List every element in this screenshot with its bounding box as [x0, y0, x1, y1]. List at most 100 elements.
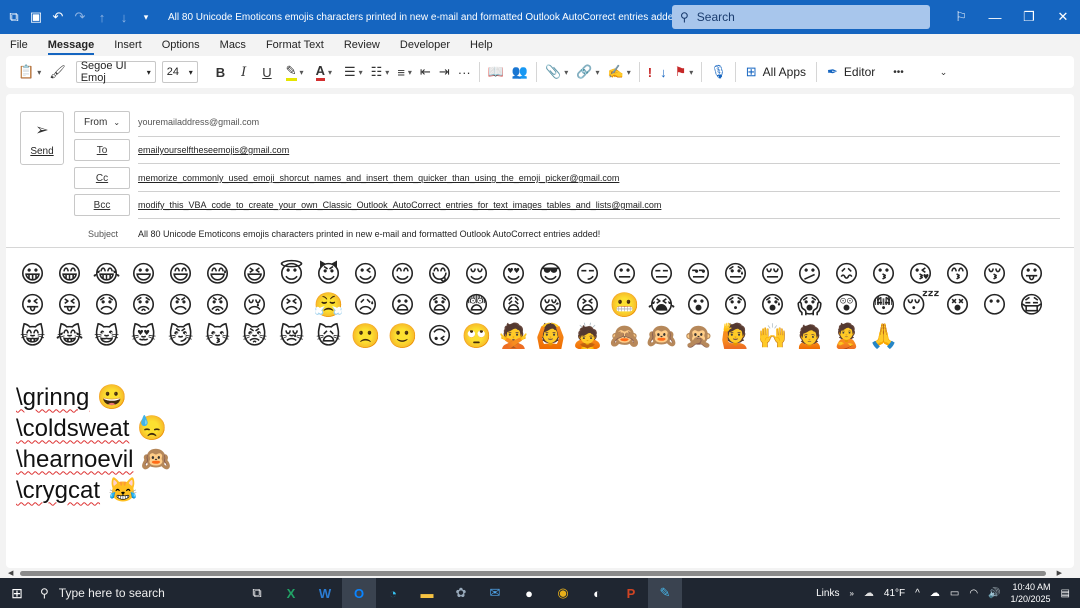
align-button[interactable]: ≡ ▾ — [393, 60, 416, 84]
tab-file[interactable]: File — [0, 34, 38, 56]
tab-format-text[interactable]: Format Text — [256, 34, 334, 56]
chevron-up-icon[interactable]: ^ — [915, 588, 920, 599]
horizontal-scrollbar[interactable]: ◀ ▶ — [6, 569, 1074, 578]
tab-message[interactable]: Message — [38, 34, 104, 56]
font-size-select[interactable]: 24 ▾ — [161, 61, 198, 83]
file-explorer-icon[interactable]: ▬ — [410, 578, 444, 608]
notifications-icon[interactable]: ▤ — [1061, 588, 1070, 599]
more-paragraph-button[interactable]: ··· — [454, 60, 475, 84]
editor-button[interactable]: ✒ Editor — [821, 60, 881, 84]
tab-review[interactable]: Review — [334, 34, 390, 56]
more-options-button[interactable]: ••• — [889, 60, 908, 84]
cc-field[interactable]: memorize_commonly_used_emoji_shorcut_nam… — [138, 173, 619, 183]
address-book-button[interactable]: 📖 — [484, 60, 508, 84]
numbered-list-icon: ☷ — [370, 64, 383, 79]
dictate-button[interactable]: 🎙 — [706, 60, 731, 84]
all-apps-button[interactable]: ⊞ All Apps — [740, 60, 812, 84]
tab-options[interactable]: Options — [152, 34, 210, 56]
edge-icon[interactable]: ◔ — [376, 578, 410, 608]
redo-icon[interactable]: ↷ — [70, 7, 90, 27]
tab-insert[interactable]: Insert — [104, 34, 152, 56]
high-importance-button[interactable]: ! — [644, 60, 656, 84]
from-value: youremailaddress@gmail.com — [138, 117, 260, 127]
outlook-icon[interactable]: O — [342, 578, 376, 608]
undo-icon[interactable]: ↶ — [48, 7, 68, 27]
attach-file-button[interactable]: 📎 ▾ — [541, 60, 572, 84]
save-icon[interactable]: ▣ — [26, 7, 46, 27]
highlight-button[interactable]: ✎ ▾ — [282, 60, 308, 84]
search-input[interactable]: ⚲ Search — [672, 5, 930, 29]
font-color-button[interactable]: A ▾ — [312, 60, 336, 84]
weather-temp[interactable]: 41°F — [884, 588, 905, 599]
github-icon[interactable]: ◐ — [580, 578, 614, 608]
chevron-icon[interactable]: » — [849, 589, 853, 598]
highlighter-icon: ✎ — [285, 63, 297, 81]
battery-icon[interactable]: ▭ — [950, 588, 959, 599]
signature-button[interactable]: ✍ ▾ — [604, 60, 635, 84]
underline-button[interactable]: U — [258, 60, 275, 84]
numbering-button[interactable]: ☷ ▾ — [367, 60, 394, 84]
decrease-indent-button[interactable]: ⇤ — [416, 60, 435, 84]
italic-button[interactable]: I — [237, 60, 250, 84]
emoji-glyph: 😄 — [167, 259, 194, 288]
bold-button[interactable]: B — [212, 60, 229, 84]
weather-icon[interactable]: ☁ — [864, 588, 874, 599]
clock[interactable]: 10:40 AM 1/20/2025 — [1011, 581, 1051, 605]
scrollbar-thumb[interactable] — [20, 571, 1046, 576]
emoji-glyph: 🙈 — [609, 321, 640, 350]
tab-developer[interactable]: Developer — [390, 34, 460, 56]
scroll-right-icon[interactable]: ▶ — [1057, 569, 1062, 577]
up-arrow-icon[interactable]: ↑ — [92, 7, 112, 27]
check-names-button[interactable]: 👥 — [508, 60, 532, 84]
wifi-icon[interactable]: ◠ — [969, 588, 978, 599]
font-name-select[interactable]: Segoe UI Emoj ▾ — [75, 60, 156, 84]
to-field[interactable]: emailyourselftheseemojis@gmail.com — [138, 145, 289, 155]
scroll-left-icon[interactable]: ◀ — [8, 569, 13, 577]
tab-macs[interactable]: Macs — [210, 34, 256, 56]
customize-icon[interactable]: ▾ — [136, 7, 156, 27]
bcc-button[interactable]: Bcc — [74, 194, 130, 216]
low-importance-button[interactable]: ↓ — [656, 60, 671, 84]
tab-help[interactable]: Help — [460, 34, 503, 56]
upwork-icon[interactable]: ● — [512, 578, 546, 608]
follow-up-button[interactable]: ⚑ ▾ — [671, 60, 698, 84]
paste-button[interactable]: 📋 ▾ — [14, 60, 45, 84]
collapse-ribbon-icon[interactable]: ⌄ — [936, 60, 952, 84]
emoji-glyph: 🙇 — [572, 321, 603, 350]
emoji-glyph: 😌 — [463, 259, 490, 288]
lightbulb-icon[interactable]: ⚐ — [944, 9, 978, 25]
from-button[interactable]: From ⌄ — [74, 111, 130, 133]
word-icon[interactable]: W — [308, 578, 342, 608]
excel-icon[interactable]: X — [274, 578, 308, 608]
task-view-icon[interactable]: ⧉ — [240, 578, 274, 608]
mail-icon[interactable]: ✉ — [478, 578, 512, 608]
paint-icon[interactable]: ✎ — [648, 578, 682, 608]
maximize-icon[interactable]: ❐ — [1012, 9, 1046, 25]
emoji-glyph: 😾 — [241, 321, 268, 350]
message-body[interactable]: \grinng 😀 \coldsweat 😓 \hearnoevil 🙉 \crygcat 😹 — [16, 382, 171, 506]
brush-icon: 🖌 — [49, 64, 66, 79]
format-painter-button[interactable]: 🖌 — [45, 60, 70, 84]
cc-button[interactable]: Cc — [74, 167, 130, 189]
taskbar-search[interactable]: ⚲ Type here to search — [34, 578, 234, 608]
subject-field[interactable]: All 80 Unicode Emoticons emojis characte… — [138, 229, 600, 239]
down-arrow-icon[interactable]: ↓ — [114, 7, 134, 27]
bullets-button[interactable]: ☰ ▾ — [340, 60, 367, 84]
link-button[interactable]: 🔗 ▾ — [572, 60, 603, 84]
bcc-field[interactable]: modify_this_VBA_code_to_create_your_own_… — [138, 200, 661, 210]
links-toolbar[interactable]: Links — [816, 588, 839, 599]
increase-indent-button[interactable]: ⇥ — [435, 60, 454, 84]
cloud-icon[interactable]: ☁ — [930, 588, 940, 599]
volume-icon[interactable]: 🔊 — [988, 588, 1000, 599]
emoji-glyph: 😲 — [833, 290, 860, 319]
send-button[interactable]: ➢ Send — [20, 111, 64, 165]
clock-time: 10:40 AM — [1012, 582, 1051, 592]
windows-start-icon[interactable]: ⊞ — [0, 585, 34, 602]
app-icon[interactable]: ✿ — [444, 578, 478, 608]
chrome-icon[interactable]: ◉ — [546, 578, 580, 608]
close-icon[interactable]: ✕ — [1046, 9, 1080, 25]
bullet-list-icon: ☰ — [343, 64, 356, 79]
powerpoint-icon[interactable]: P — [614, 578, 648, 608]
minimize-icon[interactable]: — — [978, 10, 1012, 25]
to-button[interactable]: To — [74, 139, 130, 161]
